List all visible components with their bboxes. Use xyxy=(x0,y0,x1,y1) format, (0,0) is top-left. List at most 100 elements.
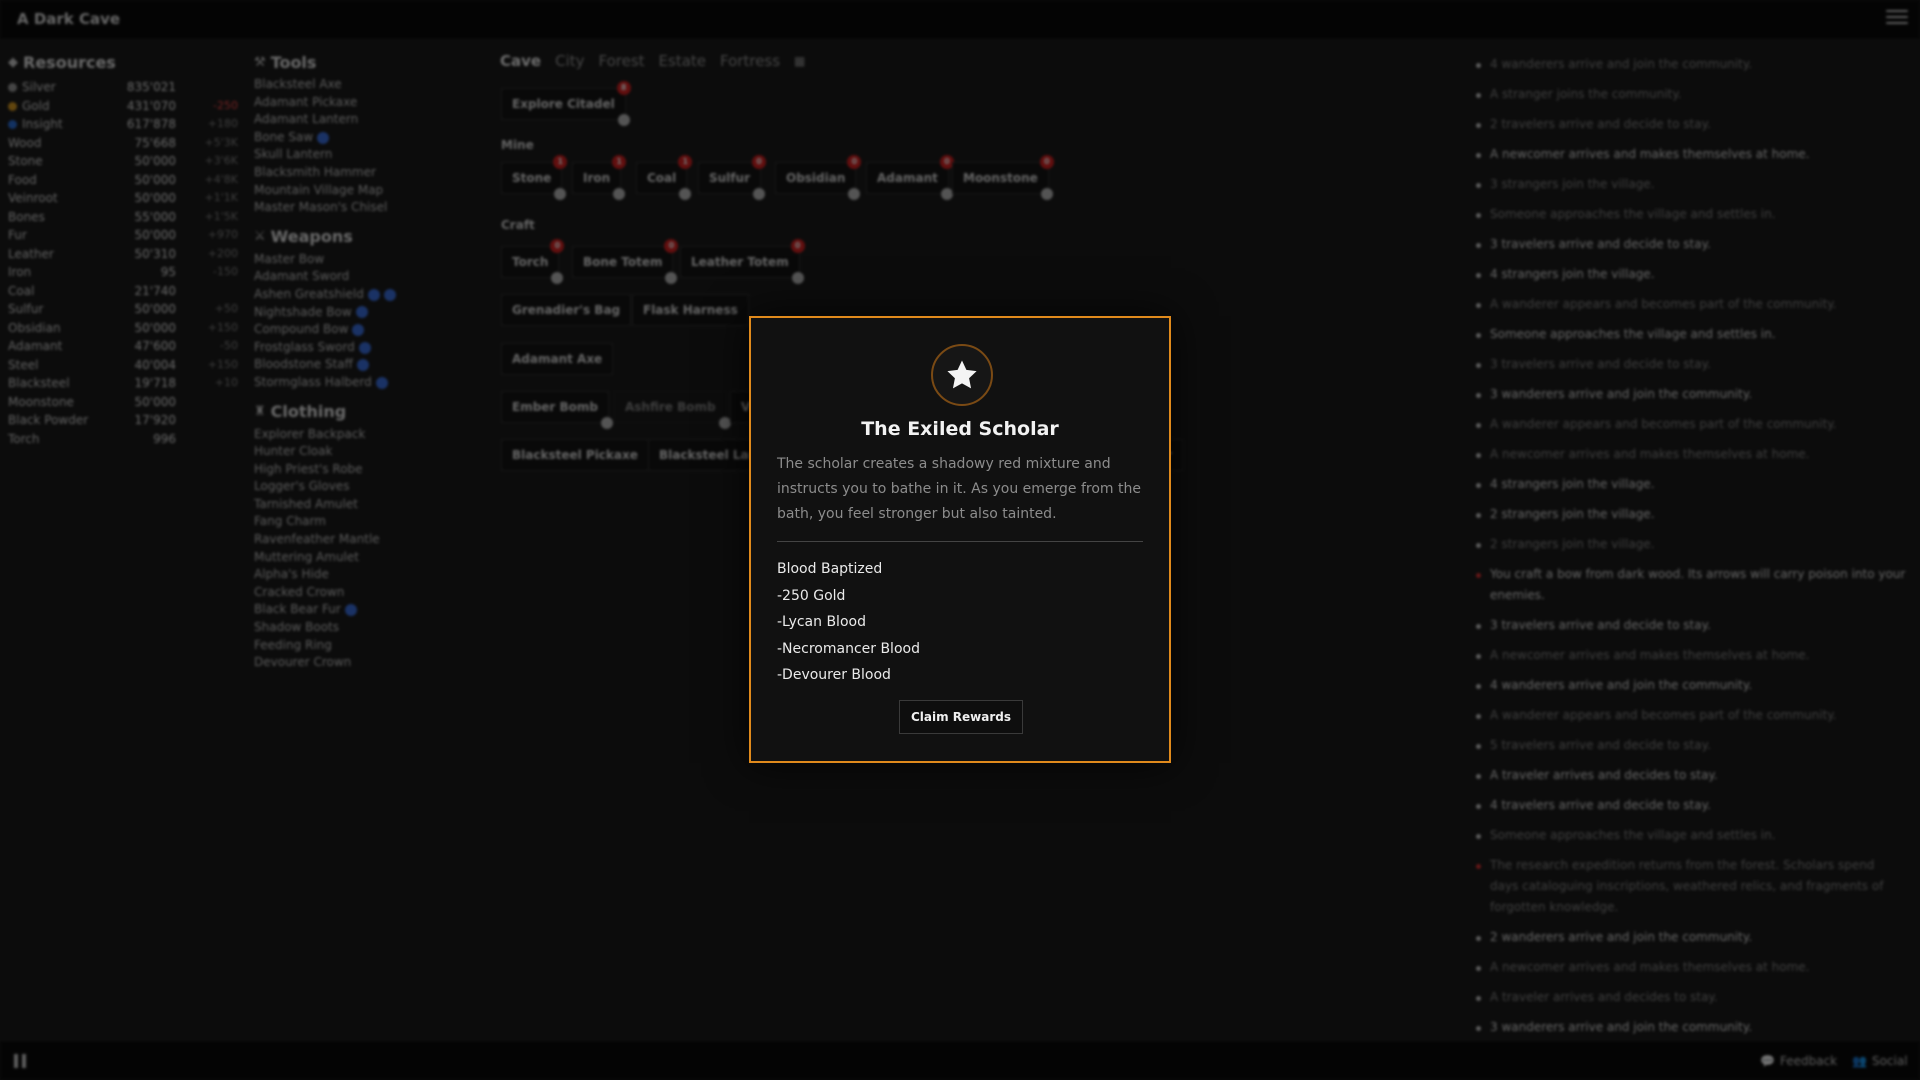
social-link[interactable]: 👥 Social xyxy=(1852,1054,1908,1068)
tools-item[interactable]: Adamant Pickaxe xyxy=(254,94,474,112)
flask-harness-button[interactable]: Flask Harness xyxy=(632,294,749,326)
resource-label: Black Powder xyxy=(8,413,89,427)
tab-forest[interactable]: Forest xyxy=(599,52,645,70)
craft-torch-button[interactable]: Torch 0 xyxy=(501,239,565,284)
blacksteel-pickaxe-button[interactable]: Blacksteel Pickaxe xyxy=(501,439,649,471)
reward-item: -Lycan Blood xyxy=(777,614,866,630)
clothing-item[interactable]: Devourer Crown xyxy=(254,654,474,672)
tools-item[interactable]: Blacksteel Axe xyxy=(254,76,474,94)
resource-label: Wood xyxy=(8,135,42,150)
resource-label: Veinroot xyxy=(8,191,58,205)
mine-stone-button[interactable]: Stone 1 xyxy=(501,155,568,200)
mine-iron-button[interactable]: Iron 1 xyxy=(572,155,627,200)
resource-rate: -250 xyxy=(213,98,238,112)
weapons-item[interactable]: Frostglass Sword xyxy=(254,339,474,357)
craft-leather-totem-button[interactable]: Leather Totem 0 xyxy=(680,239,805,284)
log-text: A newcomer arrives and makes themselves … xyxy=(1490,447,1810,461)
cooldown-knob xyxy=(718,417,731,429)
tab-estate[interactable]: Estate xyxy=(659,52,706,70)
tools-item[interactable]: Master Mason's Chisel xyxy=(254,199,474,217)
bullet-icon xyxy=(1476,333,1481,338)
emblem xyxy=(931,344,993,406)
clothing-heading: ♜ Clothing xyxy=(254,402,347,421)
button-label: Obsidian xyxy=(786,171,846,185)
log-entry: 2 strangers join the village. xyxy=(1476,504,1906,525)
tab-fortress[interactable]: Fortress xyxy=(720,52,780,70)
tools-item[interactable]: Mountain Village Map xyxy=(254,182,474,200)
hamburger-menu-icon[interactable] xyxy=(1886,10,1908,28)
top-bar: A Dark Cave xyxy=(0,0,1920,40)
weapons-item[interactable]: Ashen Greatshield xyxy=(254,286,474,304)
weapons-item[interactable]: Bloodstone Staff xyxy=(254,356,474,374)
item-label: Compound Bow xyxy=(254,322,349,337)
ember-bomb-button[interactable]: Ember Bomb xyxy=(501,391,614,429)
tools-item[interactable]: Adamant Lantern xyxy=(254,111,474,129)
flag-icon[interactable]: ▦ xyxy=(794,54,805,68)
mine-obsidian-button[interactable]: Obsidian 0 xyxy=(775,155,862,200)
bullet-icon xyxy=(1476,714,1481,719)
tools-item[interactable]: Blacksmith Hammer xyxy=(254,164,474,182)
resource-dot-icon xyxy=(8,120,17,129)
reward-list: Blood Baptized -250 Gold -Lycan Blood -N… xyxy=(777,556,920,689)
count-badge: 0 xyxy=(550,239,565,253)
resource-row: Torch 996 xyxy=(8,430,238,449)
clothing-item[interactable]: Shadow Boots xyxy=(254,619,474,637)
ashfire-bomb-button[interactable]: Ashfire Bomb xyxy=(614,391,731,429)
mine-adamant-button[interactable]: Adamant 0 xyxy=(866,155,954,200)
weapons-item[interactable]: Stormglass Halberd xyxy=(254,374,474,392)
clothing-item[interactable]: Logger's Gloves xyxy=(254,478,474,496)
event-modal: The Exiled Scholar The scholar creates a… xyxy=(749,316,1171,763)
tab-cave[interactable]: Cave xyxy=(500,52,541,70)
resource-row: Wood 75'668 +5'3K xyxy=(8,134,238,153)
resource-name: Iron xyxy=(8,263,31,282)
clothing-item[interactable]: Ravenfeather Mantle xyxy=(254,531,474,549)
log-text: 4 wanderers arrive and join the communit… xyxy=(1490,57,1753,71)
clothing-item[interactable]: High Priest's Robe xyxy=(254,461,474,479)
weapons-item[interactable]: Nightshade Bow xyxy=(254,304,474,322)
clothing-item[interactable]: Hunter Cloak xyxy=(254,443,474,461)
resource-value: 40'004 xyxy=(134,357,176,372)
upgrade-badge-icon xyxy=(355,306,368,319)
clothing-item[interactable]: Tarnished Amulet xyxy=(254,496,474,514)
bullet-icon xyxy=(1476,996,1481,1001)
bullet-icon xyxy=(1476,654,1481,659)
adamant-axe-button[interactable]: Adamant Axe xyxy=(501,343,614,375)
resource-label: Obsidian xyxy=(8,320,61,335)
mine-sulfur-button[interactable]: Sulfur 0 xyxy=(698,155,766,200)
item-label: Ravenfeather Mantle xyxy=(254,532,380,547)
claim-rewards-button[interactable]: Claim Rewards xyxy=(899,700,1023,734)
mine-coal-button[interactable]: Coal 1 xyxy=(636,155,693,200)
bullet-icon xyxy=(1476,63,1481,68)
clothing-item[interactable]: Fang Charm xyxy=(254,513,474,531)
weapons-heading: ⚔ Weapons xyxy=(254,227,353,247)
weapons-item[interactable]: Compound Bow xyxy=(254,321,474,339)
clothing-item[interactable]: Feeding Ring xyxy=(254,637,474,655)
grenadiers-bag-button[interactable]: Grenadier's Bag xyxy=(501,294,632,326)
bullet-icon xyxy=(1476,213,1481,218)
clothing-item[interactable]: Explorer Backpack xyxy=(254,426,474,444)
sword-icon: ⚔ xyxy=(254,229,266,245)
pause-icon[interactable] xyxy=(14,1054,28,1068)
resource-rate: +1'1K xyxy=(204,191,238,204)
log-text: A newcomer arrives and makes themselves … xyxy=(1490,960,1810,974)
app-title: A Dark Cave xyxy=(17,10,121,28)
craft-bone-totem-button[interactable]: Bone Totem 0 xyxy=(572,239,679,284)
tools-item[interactable]: Bone Saw xyxy=(254,129,474,147)
clothing-item[interactable]: Cracked Crown xyxy=(254,584,474,602)
resource-rate: +970 xyxy=(207,228,238,241)
clothing-item[interactable]: Alpha's Hide xyxy=(254,566,474,584)
count-badge: 1 xyxy=(553,155,568,169)
clothing-item[interactable]: Muttering Amulet xyxy=(254,549,474,567)
resource-value: 617'878 xyxy=(126,117,176,131)
resource-value: 50'000 xyxy=(134,320,176,335)
bullet-icon xyxy=(1476,423,1481,428)
tools-item[interactable]: Skull Lantern xyxy=(254,146,474,164)
weapons-item[interactable]: Adamant Sword xyxy=(254,268,474,286)
mine-moonstone-button[interactable]: Moonstone 0 xyxy=(952,155,1054,200)
log-text: 3 travelers arrive and decide to stay. xyxy=(1490,618,1711,632)
tab-city[interactable]: City xyxy=(555,52,584,70)
weapons-item[interactable]: Master Bow xyxy=(254,251,474,269)
explore-citadel-button[interactable]: Explore Citadel 8 xyxy=(501,81,631,126)
clothing-item[interactable]: Black Bear Fur xyxy=(254,601,474,619)
feedback-link[interactable]: 💬 Feedback xyxy=(1760,1054,1837,1068)
